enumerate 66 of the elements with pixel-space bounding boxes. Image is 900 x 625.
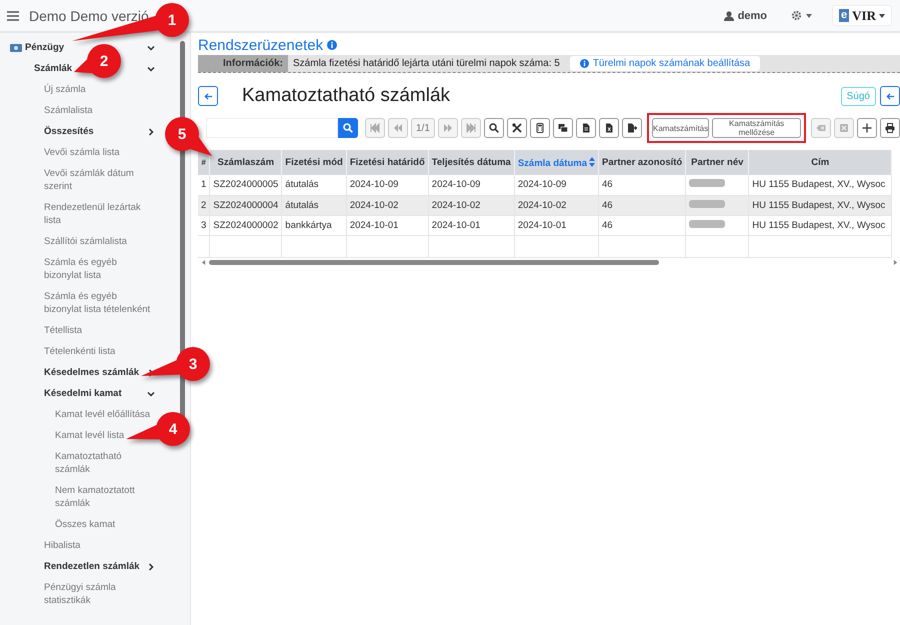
sidebar-item[interactable]: Pénzügyi számla statisztikák (44, 581, 155, 607)
table-cell: 46 (598, 215, 686, 235)
table-cell: 3 (198, 215, 210, 235)
table-cell: 46 (598, 175, 686, 195)
table-cell: 2024-10-02 (428, 195, 514, 215)
table-cell: 2024-10-02 (346, 195, 428, 215)
table-cell: 2024-10-01 (428, 215, 514, 235)
page-indicator: 1/1 (411, 118, 435, 138)
table-cell: HU 1155 Budapest, XV., Wysoc (748, 175, 892, 195)
column-header[interactable]: Számla dátuma (514, 150, 598, 175)
sidebar-item[interactable]: Tételenkénti lista (44, 345, 116, 358)
info-label: Információk: (198, 55, 288, 72)
sidebar-item[interactable]: Kamat levél lista (55, 429, 124, 442)
toolbar-button[interactable]: Kamatszámítás (652, 118, 710, 138)
table-cell: 1 (198, 175, 210, 195)
help-button[interactable]: Súgó (840, 86, 876, 106)
table-cell: SZ2024000005 (210, 175, 282, 195)
sidebar-item[interactable]: Számla és egyéb bizonylat lista (44, 256, 155, 282)
table-cell: SZ2024000004 (210, 195, 282, 215)
table-cell: bankkártya (282, 215, 346, 235)
column-header[interactable]: Számlaszám (210, 150, 282, 175)
sidebar-item[interactable]: Rendezetlen számlák (44, 560, 140, 573)
column-header[interactable]: Fizetési határidő (346, 150, 428, 175)
sidebar-item[interactable]: Rendezetlenül lezártak lista (44, 201, 155, 227)
sidebar-item[interactable]: Vevői számla lista (44, 146, 120, 159)
column-header[interactable]: Teljesítés dátuma (428, 150, 514, 175)
table-cell: 2024-10-09 (428, 175, 514, 195)
user-menu[interactable]: demo (720, 8, 772, 24)
table-cell: HU 1155 Budapest, XV., Wysoc (748, 195, 892, 215)
settings-link-button[interactable]: Türelmi napok számának beállítása (570, 56, 760, 71)
column-header[interactable]: Cím (748, 150, 892, 175)
sidebar-item[interactable]: Kamat levél előállítása (55, 408, 150, 421)
section-title: Rendszerüzenetek (198, 36, 324, 54)
table-cell: átutalás (282, 195, 346, 215)
table-cell: 2024-10-02 (514, 195, 598, 215)
page-title: Kamatoztatható számlák (242, 85, 450, 107)
sidebar-item[interactable]: Késedelmi kamat (44, 387, 122, 400)
sidebar-item[interactable]: Pénzügy (25, 41, 64, 54)
sidebar-item[interactable]: Tétellista (44, 324, 82, 337)
sidebar-item[interactable]: Nem kamatoztatott számlák (55, 484, 155, 510)
table-cell: SZ2024000002 (210, 215, 282, 235)
table-cell: átutalás (282, 175, 346, 195)
table-cell: 2024-10-09 (514, 175, 598, 195)
info-text: Számla fizetési határidő lejárta utáni türelmi napok száma: 5 (292, 58, 561, 69)
column-header[interactable]: Partner azonosító (598, 150, 686, 175)
toolbar-button[interactable]: Kamatszámítás mellőzése (712, 118, 801, 138)
sidebar-item[interactable]: Összesítés (44, 125, 94, 138)
table-cell: 2024-10-01 (346, 215, 428, 235)
column-header[interactable]: Partner név (686, 150, 749, 175)
table-cell: 2024-10-09 (346, 175, 428, 195)
sidebar-item[interactable]: Késedelmes számlák (44, 366, 140, 379)
sidebar-item[interactable]: Számlalista (44, 104, 93, 117)
table-cell: HU 1155 Budapest, XV., Wysoc (748, 215, 892, 235)
sidebar-item[interactable]: Számlák (34, 62, 72, 75)
sidebar-item[interactable]: Összes kamat (55, 518, 116, 531)
sidebar-item[interactable]: Kamatoztatható számlák (55, 450, 155, 476)
table-cell: 46 (598, 195, 686, 215)
sidebar-item[interactable]: Új számla (44, 83, 86, 96)
table-cell: 2 (198, 195, 210, 215)
column-header[interactable]: Fizetési mód (282, 150, 346, 175)
sidebar-item[interactable]: Szállítói számlalista (44, 235, 127, 248)
brand-menu[interactable]: e VIR (832, 5, 892, 26)
sidebar-item[interactable]: Vevői számlák dátum szerint (44, 167, 155, 193)
table-cell: 2024-10-01 (514, 215, 598, 235)
sidebar-item[interactable]: Számla és egyéb bizonylat lista tételenként (44, 290, 155, 316)
sidebar-item[interactable]: Hibalista (44, 539, 80, 552)
